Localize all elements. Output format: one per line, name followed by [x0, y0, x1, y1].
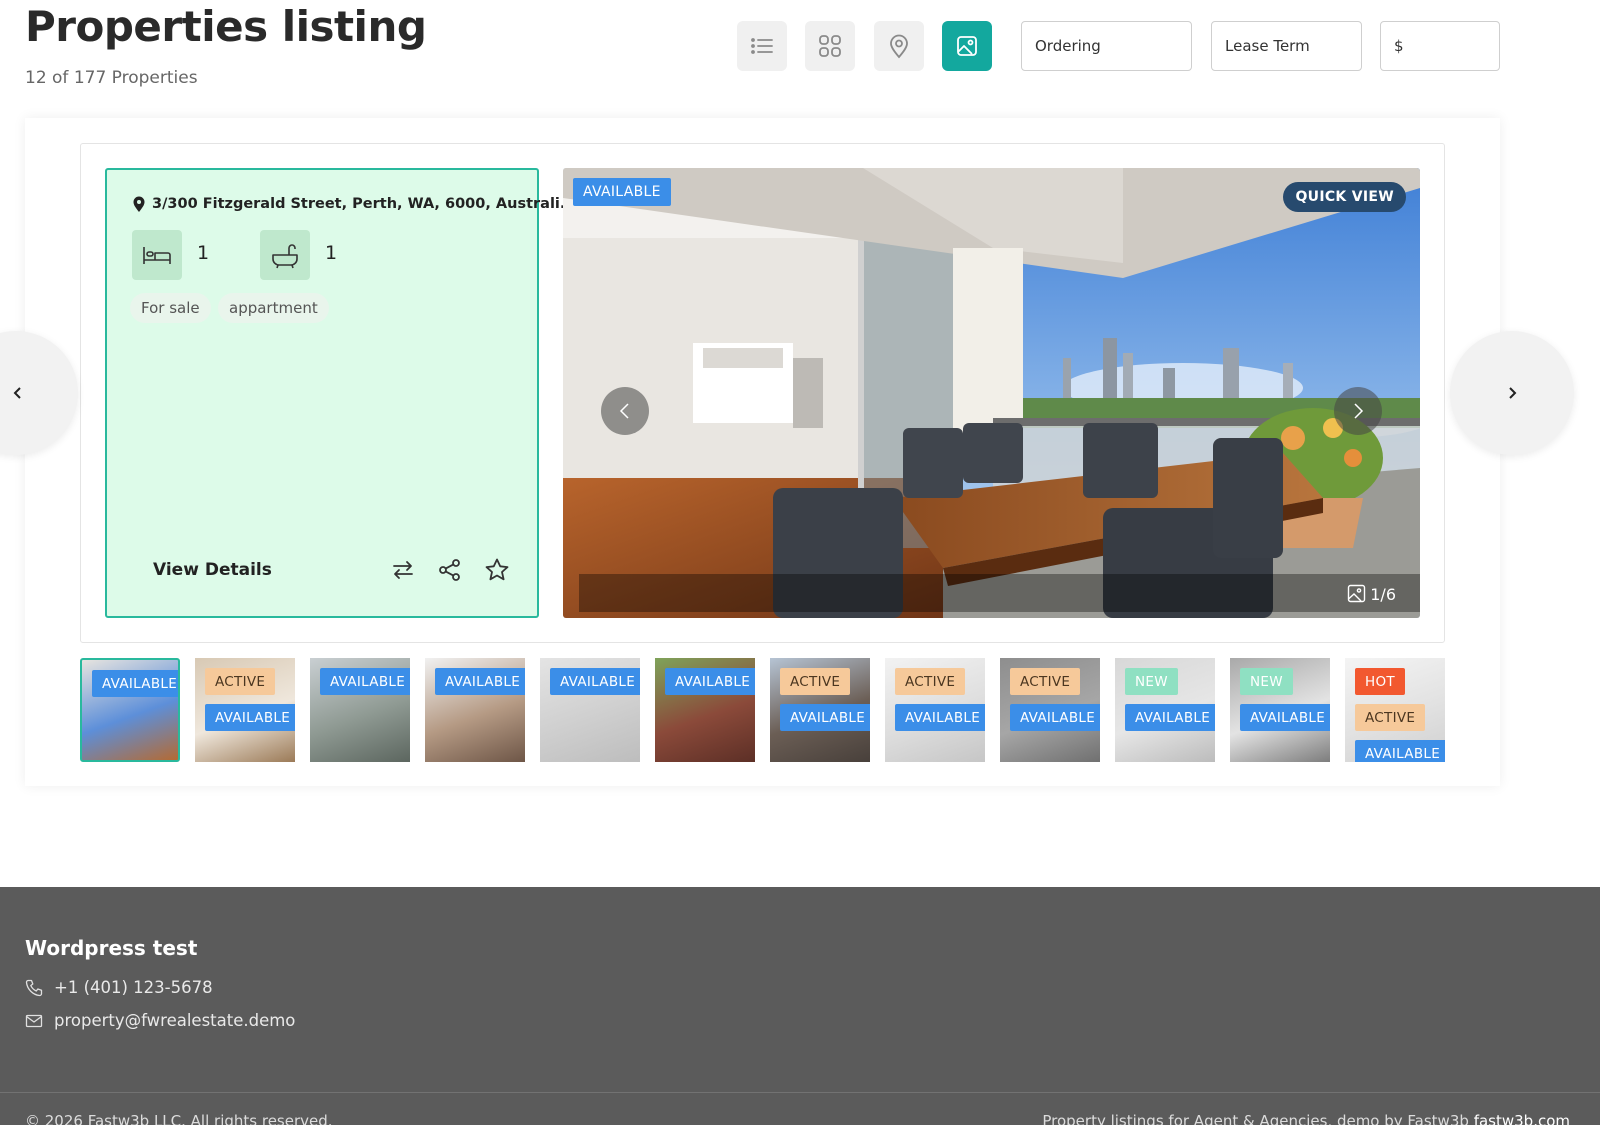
thumbnail-badge-available: AVAILABLE [1240, 704, 1330, 731]
thumbnail-3[interactable]: AVAILABLE [310, 658, 410, 762]
bed-icon-tile [132, 230, 182, 280]
image-next-button[interactable] [1334, 387, 1382, 435]
bed-icon [143, 247, 171, 264]
page-title: Properties listing [25, 2, 427, 51]
thumbnail-11[interactable]: NEW AVAILABLE [1230, 658, 1330, 762]
compare-icon [393, 561, 413, 579]
list-icon [751, 38, 773, 54]
thumbnail-4[interactable]: AVAILABLE [425, 658, 525, 762]
thumbnail-badge-new: NEW [1240, 668, 1293, 695]
thumbnail-badge-active: ACTIVE [1355, 704, 1426, 731]
share-icon [439, 559, 460, 581]
price-input[interactable]: $ [1380, 21, 1500, 71]
chevron-left-icon [13, 387, 21, 399]
gallery-icon [1348, 584, 1366, 603]
property-main-image[interactable]: AVAILABLE QUICK VIEW 1/6 [563, 168, 1420, 618]
ordering-select[interactable]: Ordering [1021, 21, 1192, 71]
footer-divider [0, 1092, 1600, 1093]
tag-property-type[interactable]: appartment [218, 293, 329, 323]
list-view-button[interactable] [737, 21, 787, 71]
thumbnail-badge-active: ACTIVE [780, 668, 851, 695]
thumbnail-badge-available: AVAILABLE [780, 704, 870, 731]
copyright-text: © 2026 Fastw3b LLC. All rights reserved. [25, 1112, 333, 1125]
bath-icon-tile [260, 230, 310, 280]
bathrooms-count: 1 [325, 242, 338, 264]
grid-icon [819, 35, 841, 57]
thumbnail-5[interactable]: AVAILABLE [540, 658, 640, 762]
map-view-button[interactable] [874, 21, 924, 71]
footer-email[interactable]: property@fwrealestate.demo [25, 1011, 295, 1030]
star-icon [485, 558, 509, 581]
phone-text: +1 (401) 123-5678 [54, 978, 213, 997]
thumbnail-badge-available: AVAILABLE [665, 668, 755, 695]
thumbnail-8[interactable]: ACTIVE AVAILABLE [885, 658, 985, 762]
mail-icon [25, 1014, 43, 1027]
thumbnail-7[interactable]: ACTIVE AVAILABLE [770, 658, 870, 762]
property-info-card: 3/300 Fitzgerald Street, Perth, WA, 6000… [105, 168, 576, 618]
lease-term-select[interactable]: Lease Term [1211, 21, 1362, 71]
thumbnail-2[interactable]: ACTIVE AVAILABLE [195, 658, 295, 762]
share-button[interactable] [435, 555, 465, 585]
image-counter: 1/6 [1347, 584, 1396, 604]
thumbnail-1[interactable]: AVAILABLE [80, 658, 180, 762]
footer-phone[interactable]: +1 (401) 123-5678 [25, 978, 213, 997]
thumbnail-badge-available: AVAILABLE [92, 670, 178, 697]
thumbnail-strip: AVAILABLE ACTIVE AVAILABLE AVAILABLE AVAILAB… [80, 658, 1445, 762]
thumbnail-badge-available: AVAILABLE [435, 668, 525, 695]
footer-credit: Property listings for Agent & Agencies, … [1042, 1112, 1570, 1125]
favorite-button[interactable] [482, 555, 512, 585]
image-counter-text: 1/6 [1370, 585, 1396, 604]
chevron-right-icon [1354, 403, 1364, 419]
thumbnail-9[interactable]: ACTIVE AVAILABLE [1000, 658, 1100, 762]
property-photo [563, 168, 1420, 618]
site-footer: Wordpress test +1 (401) 123-5678 propert… [0, 887, 1600, 1125]
slider-view-button[interactable] [942, 21, 992, 71]
thumbnail-badge-available: AVAILABLE [550, 668, 640, 695]
image-icon [957, 36, 977, 56]
next-slide-button[interactable] [1450, 331, 1574, 455]
thumbnail-badge-available: AVAILABLE [320, 668, 410, 695]
tag-for-sale[interactable]: For sale [130, 293, 211, 323]
chevron-left-icon [619, 403, 629, 419]
results-count: 12 of 177 Properties [25, 68, 198, 88]
phone-icon [25, 979, 43, 996]
thumbnail-badge-available: AVAILABLE [1010, 704, 1100, 731]
bathtub-icon [272, 244, 298, 269]
thumbnail-badge-available: AVAILABLE [205, 704, 295, 731]
credit-text: Property listings for Agent & Agencies, … [1042, 1112, 1469, 1125]
view-details-link[interactable]: View Details [153, 560, 272, 580]
thumbnail-badge-available: AVAILABLE [1355, 740, 1445, 762]
chevron-right-icon [1509, 387, 1517, 399]
image-prev-button[interactable] [601, 387, 649, 435]
status-badge: AVAILABLE [573, 178, 671, 206]
property-address: 3/300 Fitzgerald Street, Perth, WA, 6000… [132, 196, 576, 212]
bedrooms-count: 1 [197, 242, 210, 264]
address-text: 3/300 Fitzgerald Street, Perth, WA, 6000… [152, 196, 577, 212]
image-caption-bar [579, 574, 1420, 612]
thumbnail-12[interactable]: HOT ACTIVE AVAILABLE [1345, 658, 1445, 762]
map-pin-icon [890, 34, 908, 59]
location-icon [133, 196, 145, 212]
thumbnail-badge-available: AVAILABLE [895, 704, 985, 731]
quick-view-button[interactable]: QUICK VIEW [1283, 182, 1406, 212]
thumbnail-badge-new: NEW [1125, 668, 1178, 695]
compare-button[interactable] [388, 555, 418, 585]
thumbnail-badge-active: ACTIVE [1010, 668, 1081, 695]
email-text: property@fwrealestate.demo [54, 1011, 296, 1030]
thumbnail-badge-hot: HOT [1355, 668, 1405, 695]
thumbnail-badge-active: ACTIVE [205, 668, 276, 695]
credit-link[interactable]: fastw3b.com [1474, 1112, 1570, 1125]
thumbnail-badge-active: ACTIVE [895, 668, 966, 695]
grid-view-button[interactable] [805, 21, 855, 71]
thumbnail-badge-available: AVAILABLE [1125, 704, 1215, 731]
footer-site-name: Wordpress test [25, 936, 198, 960]
thumbnail-6[interactable]: AVAILABLE [655, 658, 755, 762]
thumbnail-10[interactable]: NEW AVAILABLE [1115, 658, 1215, 762]
